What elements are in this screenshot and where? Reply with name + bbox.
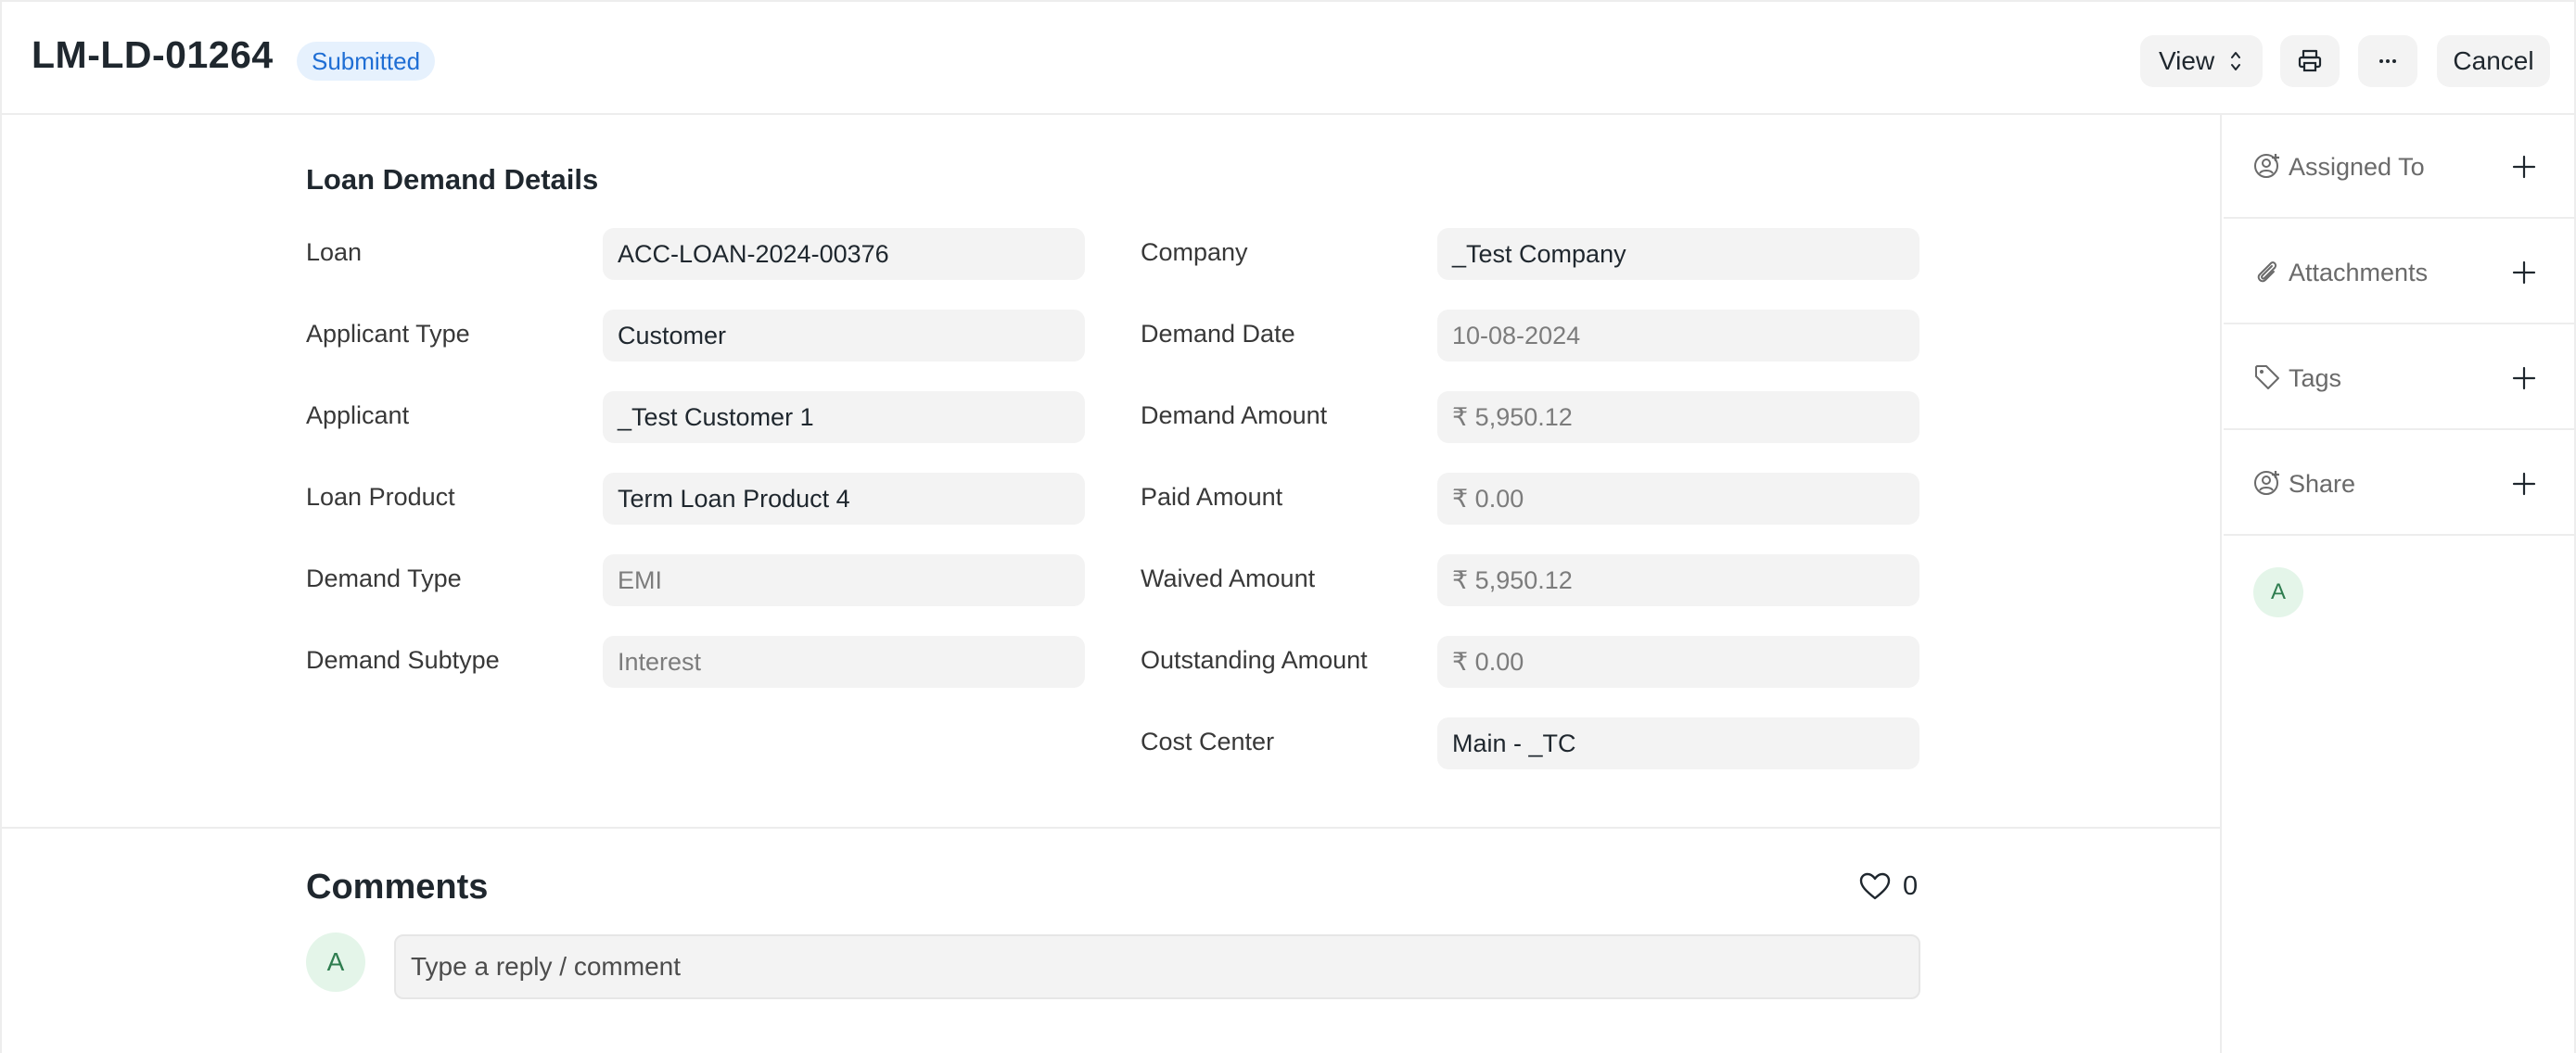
heart-icon (1859, 872, 1891, 900)
demand-type-field: EMI (603, 554, 1085, 606)
section-title: Loan Demand Details (306, 163, 599, 196)
plus-icon[interactable] (2511, 365, 2537, 391)
loan-product-label: Loan Product (306, 483, 455, 511)
cancel-button[interactable]: Cancel (2437, 35, 2550, 87)
plus-icon[interactable] (2511, 471, 2537, 497)
demand-date-field: 10-08-2024 (1437, 310, 1919, 362)
applicant-label: Applicant (306, 401, 410, 429)
demand-date-label: Demand Date (1141, 320, 1295, 348)
chevron-up-down-icon (2231, 52, 2240, 70)
print-button[interactable] (2280, 35, 2340, 87)
view-button[interactable]: View (2140, 35, 2263, 87)
demand-subtype-field: Interest (603, 636, 1085, 688)
avatar: A (306, 932, 365, 992)
more-options-button[interactable] (2358, 35, 2417, 87)
comment-input[interactable]: Type a reply / comment (394, 934, 1920, 999)
paid-amount-field: ₹ 0.00 (1437, 473, 1919, 525)
add-user-icon (2254, 154, 2279, 178)
sidebar-item-label: Assigned To (2289, 153, 2425, 181)
demand-type-label: Demand Type (306, 565, 462, 592)
paid-amount-label: Paid Amount (1141, 483, 1283, 511)
page-header: LM-LD-01264 Submitted View Cancel (2, 2, 2574, 115)
loan-field[interactable]: ACC-LOAN-2024-00376 (603, 228, 1085, 280)
plus-icon[interactable] (2511, 260, 2537, 285)
more-horizontal-icon (2379, 59, 2396, 63)
company-label: Company (1141, 238, 1248, 266)
cost-center-field[interactable]: Main - _TC (1437, 717, 1919, 769)
outstanding-amount-field: ₹ 0.00 (1437, 636, 1919, 688)
form-area: Loan Demand Details Loan ACC-LOAN-2024-0… (2, 115, 2222, 1053)
section-divider (2, 827, 2220, 829)
demand-amount-field: ₹ 5,950.12 (1437, 391, 1919, 443)
tag-icon (2255, 365, 2279, 389)
page-title: LM-LD-01264 (32, 33, 274, 76)
company-field[interactable]: _Test Company (1437, 228, 1919, 280)
sidebar-item-tags[interactable]: Tags (2224, 326, 2574, 430)
applicant-field[interactable]: _Test Customer 1 (603, 391, 1085, 443)
comments-title: Comments (306, 868, 489, 907)
form-sidebar: Assigned To Attachments Tags Share A (2224, 115, 2576, 1053)
share-user-icon (2254, 471, 2279, 495)
sidebar-item-assigned-to[interactable]: Assigned To (2224, 115, 2574, 219)
applicant-type-field[interactable]: Customer (603, 310, 1085, 362)
cost-center-label: Cost Center (1141, 728, 1275, 755)
loan-product-field[interactable]: Term Loan Product 4 (603, 473, 1085, 525)
printer-icon (2298, 49, 2322, 72)
applicant-type-label: Applicant Type (306, 320, 470, 348)
avatar[interactable]: A (2253, 567, 2303, 617)
outstanding-amount-label: Outstanding Amount (1141, 646, 1368, 674)
plus-icon[interactable] (2511, 154, 2537, 180)
demand-amount-label: Demand Amount (1141, 401, 1328, 429)
like-count: 0 (1903, 871, 1919, 901)
paperclip-icon (2257, 261, 2277, 283)
waived-amount-label: Waived Amount (1141, 565, 1316, 592)
sidebar-item-attachments[interactable]: Attachments (2224, 221, 2574, 324)
sidebar-item-label: Tags (2289, 364, 2342, 392)
sidebar-item-label: Attachments (2289, 259, 2429, 286)
loan-label: Loan (306, 238, 363, 266)
demand-subtype-label: Demand Subtype (306, 646, 500, 674)
view-button-label: View (2159, 46, 2215, 75)
status-badge: Submitted (297, 42, 436, 81)
sidebar-item-label: Share (2289, 470, 2356, 498)
sidebar-item-share[interactable]: Share (2224, 432, 2574, 536)
waived-amount-field: ₹ 5,950.12 (1437, 554, 1919, 606)
